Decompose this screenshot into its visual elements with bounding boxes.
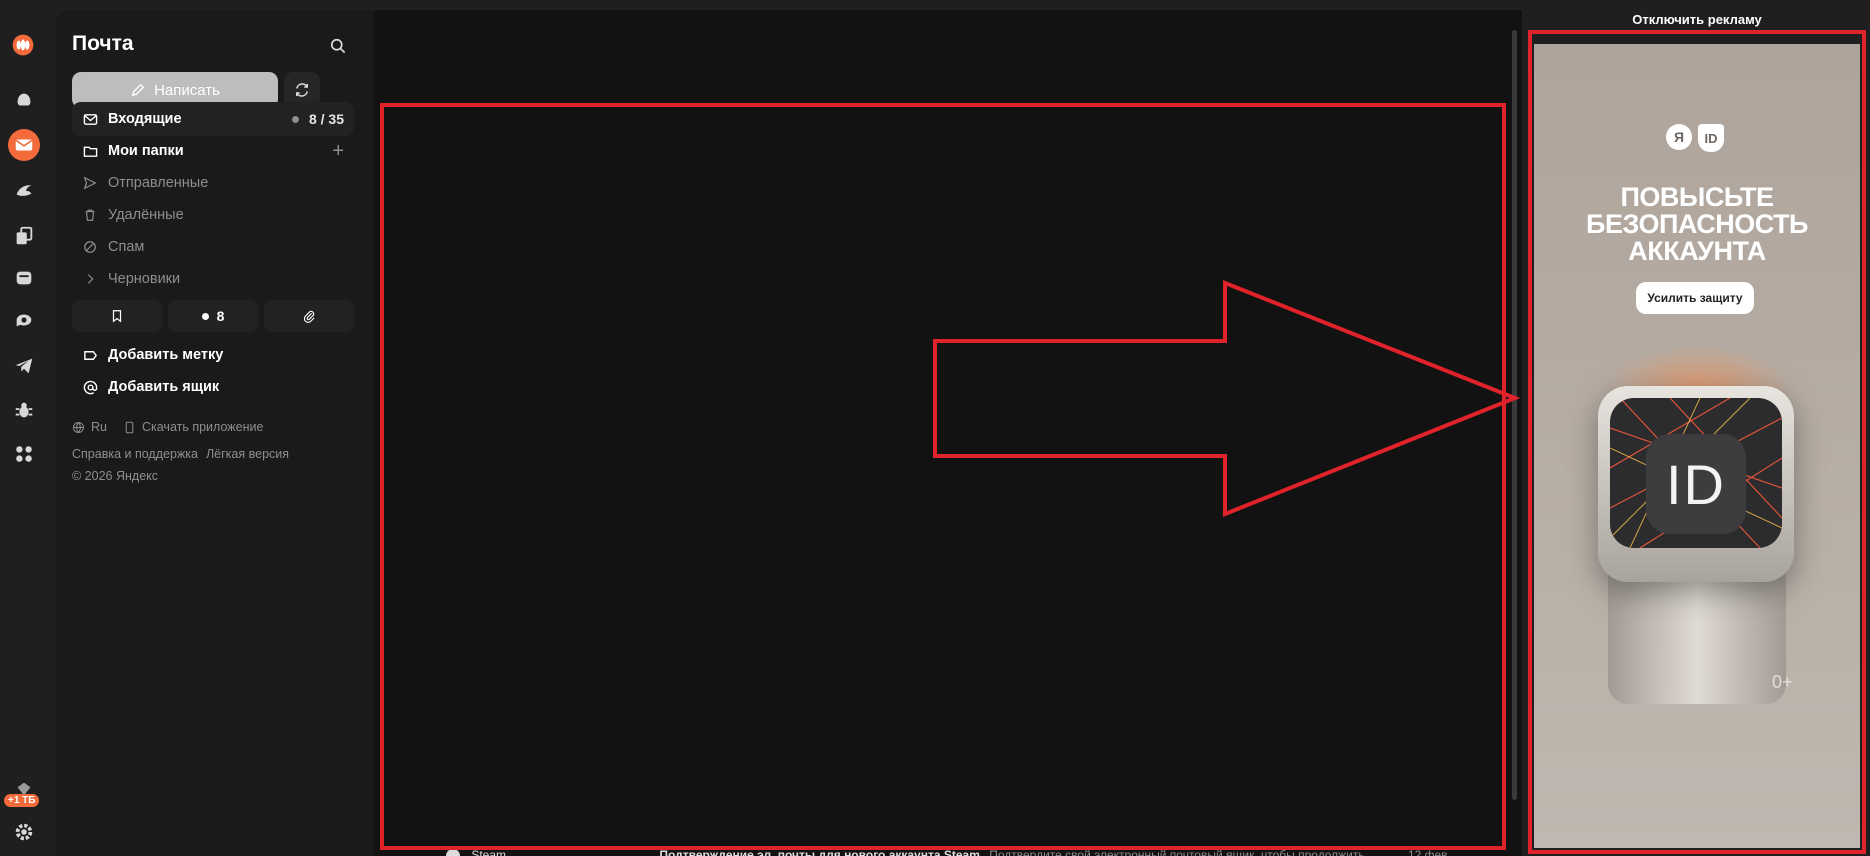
refresh-icon xyxy=(296,83,308,97)
add-label-button[interactable]: Добавить метку xyxy=(72,338,354,372)
add-mailbox-button[interactable]: Добавить ящик xyxy=(72,370,354,404)
id-shield-icon: ID xyxy=(1698,124,1724,152)
filter-attachments[interactable] xyxy=(264,300,354,332)
disable-ads-link[interactable]: Отключить рекламу xyxy=(1532,12,1862,27)
filter-bookmarks[interactable] xyxy=(72,300,162,332)
messenger-icon[interactable] xyxy=(10,176,38,204)
trash-icon xyxy=(82,207,98,223)
folder-icon xyxy=(82,143,98,159)
copyright: © 2026 Яндекс xyxy=(72,469,158,483)
yandex-logo-icon: Я xyxy=(1666,124,1692,150)
ad-headline-line: ПОВЫСЬТЕ xyxy=(1620,182,1774,212)
label-icon xyxy=(82,347,98,363)
at-sign-icon xyxy=(82,379,98,395)
send-icon xyxy=(82,175,98,191)
yandex-360-logo-icon[interactable] xyxy=(6,28,40,62)
action-label: Добавить метку xyxy=(108,347,224,363)
cloud-icon[interactable] xyxy=(10,86,38,114)
spam-icon xyxy=(82,239,98,255)
age-rating: 0+ xyxy=(1772,672,1793,692)
bookmark-icon xyxy=(112,310,122,323)
compose-label: Написать xyxy=(154,81,220,99)
ad-pedestal xyxy=(1608,564,1786,704)
telemost-icon[interactable] xyxy=(10,306,38,334)
app-rail: +1 ТБ xyxy=(0,0,56,856)
folder-sent[interactable]: Отправленные xyxy=(72,166,354,200)
folder-label: Входящие xyxy=(108,111,182,127)
ad-headline: ПОВЫСЬТЕ БЕЗОПАСНОСТЬ АККАУНТА xyxy=(1534,184,1860,265)
folder-trash[interactable]: Удалённые xyxy=(72,198,354,232)
quick-filters: 8 xyxy=(72,300,354,332)
telegram-icon[interactable] xyxy=(10,352,38,380)
yandex-id-logo: Я ID xyxy=(1666,124,1724,152)
folder-label: Отправленные xyxy=(108,175,209,191)
unread-dot-icon xyxy=(291,115,299,123)
folder-inbox[interactable]: Входящие 8 / 35 xyxy=(72,102,354,136)
folder-label: Мои папки xyxy=(108,143,184,159)
folder-my-folders[interactable]: Мои папки + xyxy=(72,134,354,168)
globe-icon xyxy=(72,421,85,433)
language-switch[interactable]: Ru xyxy=(91,420,107,434)
chevron-right-icon xyxy=(82,271,98,287)
action-label: Добавить ящик xyxy=(108,379,220,395)
add-folder-plus-icon[interactable]: + xyxy=(332,140,344,163)
mail-icon[interactable] xyxy=(8,129,40,161)
unread-count: 8 xyxy=(216,308,225,324)
inbox-count: 8 / 35 xyxy=(291,111,344,127)
paperclip-icon xyxy=(303,310,315,323)
ad-banner[interactable]: Я ID ПОВЫСЬТЕ БЕЗОПАСНОСТЬ АККАУНТА Усил… xyxy=(1534,44,1860,848)
lite-version-link[interactable]: Лёгкая версия xyxy=(206,447,289,461)
folder-label: Удалённые xyxy=(108,207,184,223)
folder-spam[interactable]: Спам xyxy=(72,230,354,264)
phone-icon xyxy=(125,421,134,433)
documents-icon[interactable] xyxy=(10,222,38,250)
folder-drafts[interactable]: Черновики xyxy=(72,262,354,296)
folder-label: Спам xyxy=(108,239,145,255)
all-services-icon[interactable] xyxy=(10,440,38,468)
unread-dot-icon xyxy=(201,312,209,320)
folder-label: Черновики xyxy=(108,271,181,287)
filter-unread[interactable]: 8 xyxy=(168,300,258,332)
help-link[interactable]: Справка и поддержка xyxy=(72,447,198,461)
footer-links-row-2: Справка и поддержка Лёгкая версия xyxy=(72,447,289,461)
ad-headline-line: БЕЗОПАСНОСТЬ xyxy=(1586,209,1808,239)
ad-cta-button[interactable]: Усилить защиту xyxy=(1636,282,1754,314)
settings-gear-icon[interactable] xyxy=(10,818,38,846)
envelope-icon xyxy=(82,111,98,127)
ad-id-tile: ID xyxy=(1646,434,1746,534)
bug-icon[interactable] xyxy=(10,396,38,424)
mail-sidebar: Почта Написать Входящие 8 / 35 Мои папки… xyxy=(56,10,374,856)
footer-links-row-1: Ru Скачать приложение xyxy=(72,420,263,434)
inbox-count-text: 8 / 35 xyxy=(308,111,344,127)
download-app-link[interactable]: Скачать приложение xyxy=(142,420,263,434)
annotation-arrow-icon xyxy=(933,280,1521,517)
ad-headline-line: АККАУНТА xyxy=(1628,236,1766,266)
notes-icon[interactable] xyxy=(10,264,38,292)
search-icon[interactable] xyxy=(328,36,350,58)
pencil-icon xyxy=(131,83,145,97)
storage-badge[interactable]: +1 ТБ xyxy=(4,794,40,807)
app-title: Почта xyxy=(72,32,134,55)
